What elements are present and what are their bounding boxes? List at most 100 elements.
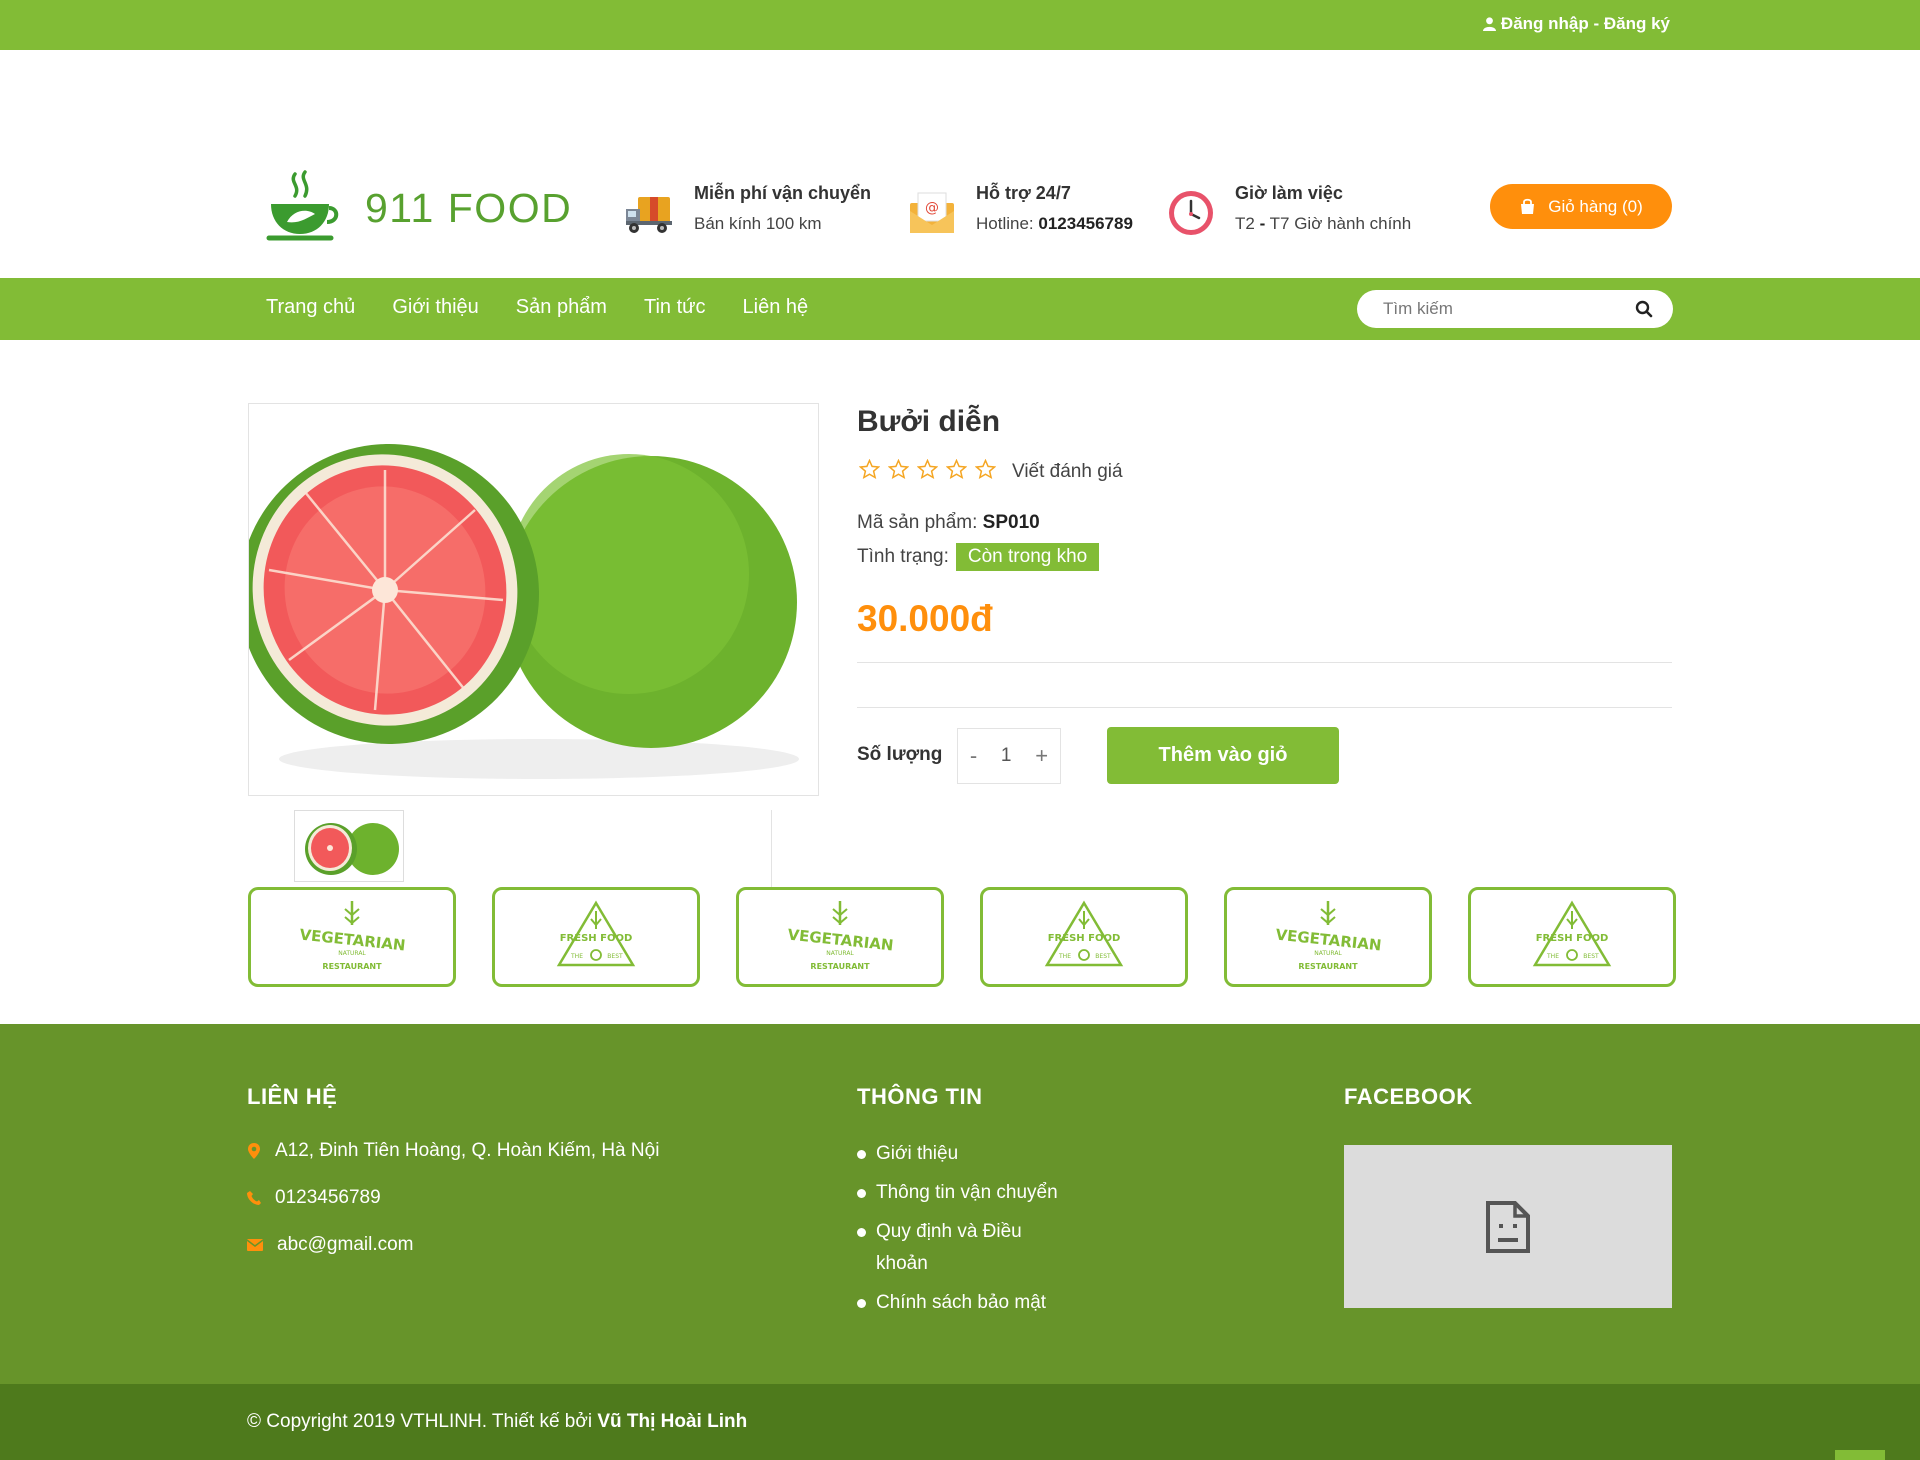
stock-label: Tình trạng:	[857, 546, 949, 567]
vegetarian-restaurant-logo: VEGETARIAN NATURAL RESTAURANT	[299, 901, 406, 971]
hours-days-end: T7 Giờ hành chính	[1265, 214, 1412, 233]
footer-link-privacy[interactable]: Chính sách bảo mật	[857, 1287, 1077, 1319]
login-register-label: Đăng nhập - Đăng ký	[1500, 14, 1670, 33]
shopping-bag-icon	[1521, 198, 1535, 214]
svg-text:BEST: BEST	[607, 953, 623, 960]
quantity-value[interactable]: 1	[1001, 745, 1012, 767]
footer-link-about[interactable]: Giới thiệu	[857, 1138, 1077, 1170]
hours-days-start: T2	[1235, 214, 1260, 233]
product-price: 30.000đ	[857, 598, 993, 639]
footer-link-terms[interactable]: Quy định và Điều khoản	[857, 1216, 1077, 1280]
envelope-icon	[247, 1239, 263, 1251]
nav-item-about[interactable]: Giới thiệu	[392, 296, 478, 319]
brand-logo-vegetarian[interactable]: VEGETARIAN NATURAL RESTAURANT	[1224, 887, 1432, 987]
star-icon[interactable]	[916, 458, 939, 480]
main-nav: Trang chủ Giới thiệu Sản phẩm Tin tức Li…	[0, 278, 1920, 340]
add-to-cart-button[interactable]: Thêm vào giỏ	[1107, 727, 1339, 784]
star-icon[interactable]	[974, 458, 997, 480]
shipping-info: Miễn phí vận chuyển Bán kính 100 km	[624, 183, 871, 239]
sku-value: SP010	[982, 512, 1040, 533]
svg-text:FRESH FOOD: FRESH FOOD	[1048, 933, 1121, 944]
hotline: Hotline: 0123456789	[976, 214, 1133, 234]
svg-text:NATURAL: NATURAL	[826, 950, 854, 957]
svg-text:NATURAL: NATURAL	[338, 950, 366, 957]
svg-text:THE: THE	[1546, 953, 1559, 960]
svg-text:FRESH FOOD: FRESH FOOD	[1536, 933, 1609, 944]
rating-stars[interactable]	[858, 458, 997, 480]
product-thumbnail[interactable]	[294, 810, 404, 882]
svg-text:FRESH FOOD: FRESH FOOD	[560, 933, 633, 944]
cart-label: Giỏ hàng (0)	[1548, 196, 1643, 216]
vegetarian-restaurant-logo: VEGETARIAN NATURAL RESTAURANT	[1275, 901, 1382, 971]
support-info: @ Hỗ trợ 24/7 Hotline: 0123456789	[906, 183, 1133, 239]
support-title: Hỗ trợ 24/7	[976, 183, 1071, 203]
header: 911 FOOD Miễn phí vận chuyển Bán kính 10…	[0, 50, 1920, 278]
login-register-link[interactable]: Đăng nhập - Đăng ký	[1482, 14, 1670, 34]
partner-logos: VEGETARIAN NATURAL RESTAURANT FRESH FOOD…	[248, 887, 1676, 987]
fresh-food-logo: FRESH FOOD THE BEST	[556, 900, 636, 967]
copyright-prefix: © Copyright 2019 VTHLINH. Thiết kế bởi	[247, 1411, 598, 1432]
quantity-label: Số lượng	[857, 744, 943, 765]
svg-text:@: @	[925, 200, 939, 216]
brand-logo-fresh-food[interactable]: FRESH FOOD THE BEST	[980, 887, 1188, 987]
product-main-image[interactable]	[248, 403, 819, 796]
search-icon[interactable]	[1635, 300, 1653, 318]
divider	[857, 707, 1672, 708]
nav-item-news[interactable]: Tin tức	[644, 296, 706, 319]
footer-info: THÔNG TIN Giới thiệu Thông tin vận chuyể…	[857, 1084, 1077, 1326]
grapefruit-thumbnail-image	[305, 823, 399, 875]
svg-text:RESTAURANT: RESTAURANT	[322, 962, 382, 971]
grapefruit-image	[249, 444, 799, 779]
thumbnail-divider	[771, 810, 772, 888]
footer-link-shipping[interactable]: Thông tin vận chuyển	[857, 1177, 1077, 1209]
hotline-number: 0123456789	[1038, 214, 1133, 233]
address-text: A12, Đinh Tiên Hoàng, Q. Hoàn Kiếm, Hà N…	[275, 1140, 660, 1161]
quantity-decrease-button[interactable]: -	[970, 743, 977, 769]
svg-text:THE: THE	[1058, 953, 1071, 960]
star-icon[interactable]	[858, 458, 881, 480]
hours-info: Giờ làm việc T2 - T7 Giờ hành chính	[1165, 183, 1411, 239]
brand-logo-fresh-food[interactable]: FRESH FOOD THE BEST	[492, 887, 700, 987]
logo-text: 911 FOOD	[365, 184, 573, 231]
phone-icon	[247, 1191, 261, 1205]
footer-info-title: THÔNG TIN	[857, 1084, 983, 1109]
map-marker-icon	[248, 1143, 260, 1159]
footer-facebook-title: FACEBOOK	[1344, 1084, 1473, 1109]
broken-document-icon	[1486, 1200, 1530, 1253]
brand-logo-vegetarian[interactable]: VEGETARIAN NATURAL RESTAURANT	[736, 887, 944, 987]
star-icon[interactable]	[945, 458, 968, 480]
star-icon[interactable]	[887, 458, 910, 480]
product-sku: Mã sản phẩm: SP010	[857, 512, 1040, 534]
site-logo[interactable]: 911 FOOD	[265, 170, 572, 246]
quantity-stepper: - 1 +	[957, 728, 1061, 784]
user-icon	[1482, 17, 1496, 31]
footer-phone[interactable]: 0123456789	[247, 1187, 659, 1209]
copyright-text: © Copyright 2019 VTHLINH. Thiết kế bởi V…	[247, 1411, 747, 1433]
hours-subtitle: T2 - T7 Giờ hành chính	[1235, 214, 1411, 234]
footer-links: Giới thiệu Thông tin vận chuyển Quy định…	[857, 1138, 1077, 1319]
footer-email[interactable]: abc@gmail.com	[247, 1234, 659, 1256]
svg-text:RESTAURANT: RESTAURANT	[810, 962, 870, 971]
nav-item-products[interactable]: Sản phẩm	[516, 296, 607, 319]
brand-logo-fresh-food[interactable]: FRESH FOOD THE BEST	[1468, 887, 1676, 987]
search-input[interactable]	[1383, 299, 1613, 319]
clock-icon	[1169, 191, 1213, 235]
nav-item-home[interactable]: Trang chủ	[266, 296, 355, 319]
write-review-link[interactable]: Viết đánh giá	[1012, 461, 1123, 483]
quantity-increase-button[interactable]: +	[1035, 743, 1048, 769]
footer: LIÊN HỆ A12, Đinh Tiên Hoàng, Q. Hoàn Ki…	[0, 1024, 1920, 1384]
hours-title: Giờ làm việc	[1235, 183, 1343, 203]
copyright-bar: © Copyright 2019 VTHLINH. Thiết kế bởi V…	[0, 1384, 1920, 1460]
search-box	[1357, 290, 1673, 328]
email-envelope-icon: @	[910, 192, 954, 233]
brand-logo-vegetarian[interactable]: VEGETARIAN NATURAL RESTAURANT	[248, 887, 456, 987]
stock-badge: Còn trong kho	[955, 543, 1100, 571]
sku-label: Mã sản phẩm:	[857, 512, 983, 533]
teacup-logo-icon	[266, 170, 339, 241]
back-to-top-button[interactable]	[1835, 1450, 1885, 1460]
nav-item-contact[interactable]: Liên hệ	[743, 296, 809, 319]
facebook-embed[interactable]	[1344, 1145, 1672, 1308]
footer-address: A12, Đinh Tiên Hoàng, Q. Hoàn Kiếm, Hà N…	[247, 1140, 659, 1162]
delivery-truck-icon	[626, 197, 672, 233]
cart-button[interactable]: Giỏ hàng (0)	[1490, 184, 1672, 229]
